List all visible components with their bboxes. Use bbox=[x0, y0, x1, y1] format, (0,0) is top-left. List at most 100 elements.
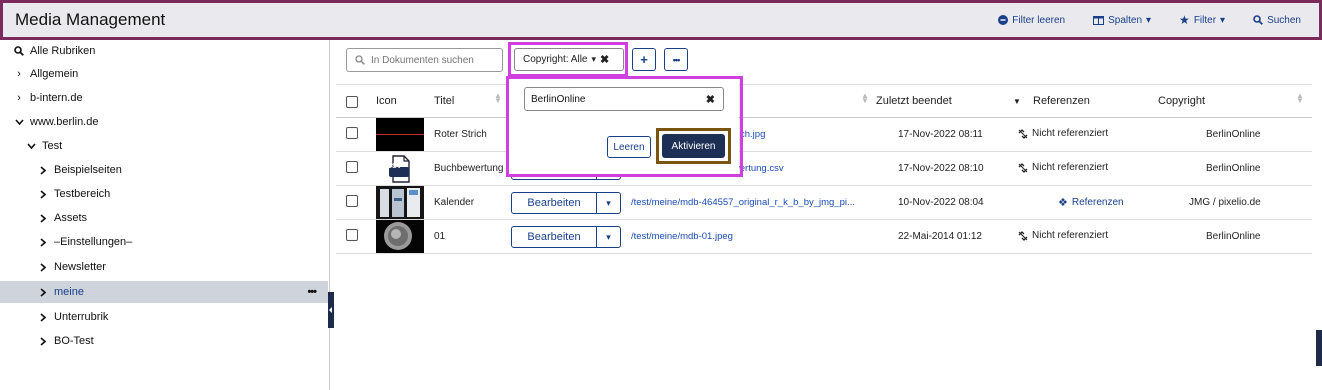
row-title: Roter Strich bbox=[434, 129, 487, 140]
edit-button[interactable]: Bearbeiten bbox=[511, 226, 597, 248]
select-all-checkbox[interactable] bbox=[346, 96, 358, 108]
search-icon bbox=[12, 46, 26, 56]
row-date: 10-Nov-2022 08:04 bbox=[898, 197, 984, 208]
add-filter-button[interactable]: + bbox=[632, 48, 656, 71]
row-checkbox[interactable] bbox=[346, 229, 358, 241]
chevron-right-icon bbox=[36, 262, 50, 272]
columns-icon bbox=[1093, 15, 1105, 25]
sidebar-item-bo-test[interactable]: BO-Test bbox=[0, 330, 328, 352]
edit-button[interactable]: Bearbeiten bbox=[511, 192, 597, 214]
col-title[interactable]: Titel bbox=[434, 95, 454, 107]
edit-dropdown-button[interactable]: ▾ bbox=[597, 192, 621, 214]
sidebar-item-test[interactable]: Test bbox=[0, 135, 328, 157]
row-date: 22-Mai-2014 01:12 bbox=[898, 231, 982, 242]
sidebar-item-b-intern[interactable]: › b-intern.de bbox=[0, 87, 328, 109]
search-icon bbox=[1253, 15, 1264, 25]
chevron-right-icon bbox=[36, 312, 50, 322]
sort-desc-icon[interactable]: ▼ bbox=[1013, 97, 1021, 106]
table-row[interactable]: Kalender Bearbeiten ▾ /test/meine/mdb-46… bbox=[336, 186, 1312, 220]
caret-down-icon: ▾ bbox=[606, 197, 611, 208]
chevron-right-icon bbox=[36, 165, 50, 175]
sidebar: Alle Rubriken › Allgemein › b-intern.de … bbox=[0, 40, 330, 390]
copyright-filter-chip[interactable]: Copyright: Alle ▾ ✖ bbox=[514, 48, 624, 71]
sidebar-item-newsletter[interactable]: Newsletter bbox=[0, 256, 328, 278]
sort-icon[interactable]: ▲ ▼ bbox=[861, 92, 869, 105]
thumbnail-image bbox=[376, 220, 424, 253]
row-copyright: BerlinOnline bbox=[1206, 231, 1261, 242]
activate-button[interactable]: Aktivieren bbox=[662, 134, 725, 158]
table-row[interactable]: CSV Buchbewertung Bearbeiten ▾ /test/mei… bbox=[336, 152, 1312, 186]
row-path-link[interactable]: /test/meine/mdb-01.jpeg bbox=[631, 231, 733, 242]
table-row[interactable]: Roter Strich ch.jpg 17-Nov-2022 08:11 Ni… bbox=[336, 118, 1312, 152]
columns-button[interactable]: Spalten ▾ bbox=[1093, 15, 1151, 26]
thumbnail-image bbox=[376, 118, 424, 151]
col-copyright[interactable]: Copyright bbox=[1158, 95, 1205, 107]
row-title: 01 bbox=[434, 231, 446, 242]
close-icon[interactable]: ✖ bbox=[600, 53, 609, 66]
chevron-right-icon bbox=[36, 237, 50, 247]
sidebar-item-allgemein[interactable]: › Allgemein bbox=[0, 63, 328, 85]
caret-down-icon: ▾ bbox=[606, 231, 611, 242]
minus-circle-icon bbox=[998, 15, 1009, 25]
thumbnail-image bbox=[376, 186, 424, 219]
reference-status: Nicht referenziert bbox=[1018, 230, 1108, 241]
more-options-button[interactable]: ••• bbox=[307, 286, 317, 298]
sidebar-item-einstellungen[interactable]: –Einstellungen– bbox=[0, 231, 328, 253]
chevron-right-icon: › bbox=[17, 68, 21, 80]
unlink-icon bbox=[1018, 128, 1028, 139]
sidebar-collapse-handle[interactable] bbox=[328, 292, 334, 328]
sidebar-item-www-berlin[interactable]: www.berlin.de bbox=[0, 111, 328, 133]
sidebar-item-assets[interactable]: Assets bbox=[0, 207, 328, 229]
row-copyright: BerlinOnline bbox=[1206, 129, 1261, 140]
row-checkbox[interactable] bbox=[346, 127, 358, 139]
col-references[interactable]: Referenzen bbox=[1033, 95, 1090, 107]
document-search[interactable] bbox=[346, 48, 503, 72]
sort-icon[interactable]: ▲ ▼ bbox=[1296, 92, 1304, 105]
edit-split-button[interactable]: Bearbeiten ▾ bbox=[511, 192, 621, 214]
row-date: 17-Nov-2022 08:10 bbox=[898, 163, 984, 174]
chevron-down-icon bbox=[24, 143, 38, 149]
search-button[interactable]: Suchen bbox=[1253, 15, 1301, 26]
col-last-finished[interactable]: Zuletzt beendet bbox=[876, 95, 952, 107]
main-content: Copyright: Alle ▾ ✖ + ••• Icon Titel ▲▼ … bbox=[336, 40, 1312, 390]
right-panel-handle[interactable] bbox=[1316, 330, 1322, 366]
document-search-input[interactable] bbox=[371, 54, 491, 66]
row-copyright: JMG / pixelio.de bbox=[1189, 197, 1261, 208]
references-link[interactable]: ❖ Referenzen bbox=[1058, 196, 1124, 209]
unlink-icon bbox=[1018, 230, 1028, 241]
row-title: Buchbewertung bbox=[434, 163, 504, 174]
page-title: Media Management bbox=[15, 10, 166, 29]
table-row[interactable]: 01 Bearbeiten ▾ /test/meine/mdb-01.jpeg … bbox=[336, 220, 1312, 254]
row-path-link[interactable]: /test/meine/mdb-464557_original_r_k_b_by… bbox=[631, 197, 855, 208]
caret-down-icon: ▾ bbox=[1220, 14, 1226, 26]
row-checkbox[interactable] bbox=[346, 195, 358, 207]
sort-icon[interactable]: ▲ ▼ bbox=[494, 92, 502, 105]
sidebar-item-unterrubrik[interactable]: Unterrubrik bbox=[0, 306, 328, 328]
clear-filter-button[interactable]: Filter leeren bbox=[998, 15, 1065, 26]
row-path-link[interactable]: ch.jpg bbox=[740, 129, 765, 140]
puzzle-icon: ❖ bbox=[1058, 197, 1068, 209]
sidebar-item-beispielseiten[interactable]: Beispielseiten bbox=[0, 159, 328, 181]
edit-split-button[interactable]: Bearbeiten ▾ bbox=[511, 226, 621, 248]
row-copyright: BerlinOnline bbox=[1206, 163, 1261, 174]
reference-status: Nicht referenziert bbox=[1018, 128, 1108, 139]
caret-down-icon: ▾ bbox=[1146, 14, 1152, 26]
chevron-right-icon bbox=[36, 189, 50, 199]
col-icon: Icon bbox=[376, 95, 397, 107]
edit-dropdown-button[interactable]: ▾ bbox=[597, 226, 621, 248]
star-icon: ★ bbox=[1179, 13, 1190, 27]
row-title: Kalender bbox=[434, 197, 475, 208]
row-date: 17-Nov-2022 08:11 bbox=[898, 129, 983, 140]
table-header: Icon Titel ▲ ▼ ▲ ▼ Zuletzt beendet ▼ Refer… bbox=[336, 84, 1312, 118]
more-options-button[interactable]: ••• bbox=[664, 48, 688, 71]
caret-down-icon: ▾ bbox=[591, 54, 597, 64]
sidebar-item-all[interactable]: Alle Rubriken bbox=[0, 40, 328, 62]
app-header: Media Management Filter leeren Spalten ▾… bbox=[0, 0, 1322, 40]
unlink-icon bbox=[1018, 162, 1028, 173]
filter-button[interactable]: ★ Filter ▾ bbox=[1179, 13, 1225, 27]
row-checkbox[interactable] bbox=[346, 161, 358, 173]
sidebar-item-meine[interactable]: meine ••• bbox=[0, 281, 328, 303]
csv-file-icon: CSV bbox=[376, 152, 424, 185]
chevron-right-icon: › bbox=[17, 92, 21, 104]
sidebar-item-testbereich[interactable]: Testbereich bbox=[0, 183, 328, 205]
